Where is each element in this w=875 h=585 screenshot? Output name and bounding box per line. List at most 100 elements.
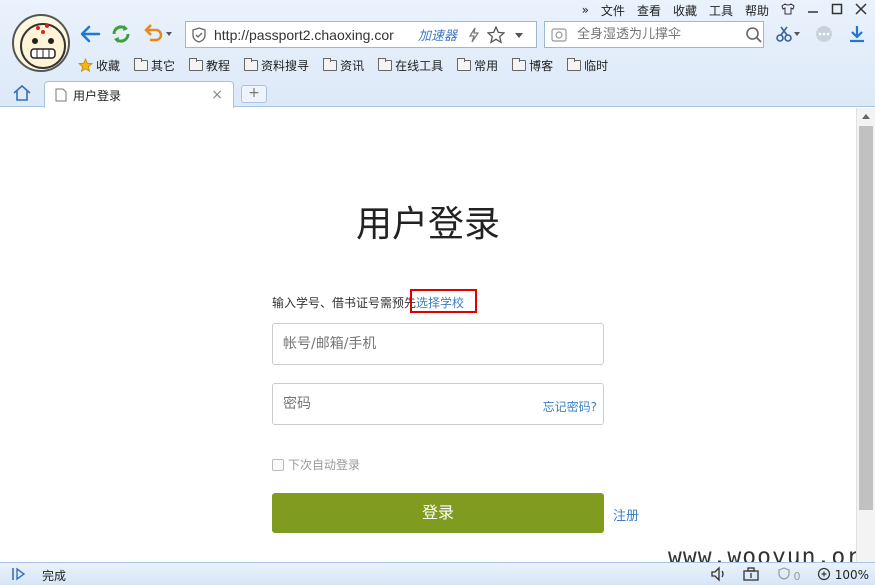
bookmark-label: 资料搜寻 bbox=[261, 58, 310, 73]
refresh-button[interactable] bbox=[109, 22, 133, 46]
scissors-icon bbox=[776, 26, 800, 42]
scroll-thumb[interactable] bbox=[859, 126, 873, 510]
bookmark-label: 临时 bbox=[584, 58, 609, 73]
shield-icon bbox=[192, 26, 206, 43]
folder-icon bbox=[244, 57, 259, 71]
menu-favorites[interactable]: 收藏 bbox=[673, 2, 697, 19]
more-options-icon bbox=[816, 26, 832, 42]
back-arrow-icon bbox=[80, 25, 101, 43]
top-menu-bar: » 文件 查看 收藏 工具 帮助 bbox=[582, 1, 867, 19]
lightning-icon[interactable] bbox=[467, 27, 481, 43]
folder-icon bbox=[457, 57, 472, 71]
account-field[interactable] bbox=[272, 323, 604, 365]
skin-icon[interactable] bbox=[781, 2, 795, 18]
bookmark-label: 教程 bbox=[206, 58, 231, 73]
download-button[interactable] bbox=[845, 22, 869, 46]
tab-title: 用户登录 bbox=[73, 88, 122, 103]
close-tab-icon[interactable]: × bbox=[211, 87, 223, 103]
zoom-icon bbox=[817, 567, 830, 581]
close-window-icon[interactable] bbox=[855, 2, 867, 18]
undo-button[interactable] bbox=[141, 22, 177, 46]
smiley-logo-icon bbox=[20, 23, 66, 69]
folder-icon bbox=[189, 57, 204, 71]
forgot-password-link[interactable]: 忘记密码? bbox=[543, 398, 597, 415]
dropdown-arrow-icon[interactable] bbox=[513, 29, 525, 41]
address-bar[interactable]: http://passport2.chaoxing.cor 加速器 bbox=[185, 21, 537, 48]
security-shield-icon bbox=[778, 567, 790, 580]
folder-icon bbox=[378, 57, 393, 71]
register-link[interactable]: 注册 bbox=[613, 505, 639, 524]
menu-view[interactable]: 查看 bbox=[637, 2, 661, 19]
more-menu-icon[interactable]: » bbox=[582, 3, 589, 17]
login-button[interactable]: 登录 bbox=[272, 493, 604, 533]
home-button[interactable] bbox=[12, 84, 36, 104]
browser-chrome: » 文件 查看 收藏 工具 帮助 http://passport2.chaoxi… bbox=[0, 0, 875, 108]
search-icon[interactable] bbox=[745, 26, 763, 44]
status-text: 完成 bbox=[42, 569, 67, 583]
back-button[interactable] bbox=[78, 22, 102, 46]
status-bar: 完成 0 100% bbox=[0, 562, 875, 585]
vertical-scrollbar[interactable] bbox=[856, 108, 875, 562]
minimize-icon[interactable] bbox=[807, 3, 819, 18]
bookmark-label: 收藏 bbox=[96, 58, 121, 73]
url-text[interactable]: http://passport2.chaoxing.cor bbox=[214, 27, 412, 43]
star-icon[interactable] bbox=[487, 25, 506, 44]
refresh-icon bbox=[112, 25, 130, 43]
remember-me[interactable]: 下次自动登录 bbox=[272, 456, 360, 473]
bookmark-folder-common[interactable]: 常用 bbox=[457, 57, 498, 74]
new-tab-button[interactable]: + bbox=[241, 85, 267, 103]
password-input[interactable] bbox=[283, 396, 523, 412]
extensions-button[interactable] bbox=[812, 22, 836, 46]
browser-logo[interactable] bbox=[12, 14, 70, 72]
star-filled-icon bbox=[78, 58, 93, 72]
page-title: 用户登录 bbox=[355, 204, 500, 245]
page-icon bbox=[55, 88, 67, 102]
volume-icon[interactable] bbox=[710, 566, 728, 582]
maximize-icon[interactable] bbox=[831, 3, 843, 18]
search-bar[interactable] bbox=[544, 21, 764, 48]
search-engine-icon[interactable] bbox=[551, 27, 567, 42]
security-counter[interactable]: 0 bbox=[778, 567, 801, 583]
briefcase-icon[interactable] bbox=[742, 566, 760, 582]
page-content: 用户登录 输入学号、借书证号需预先选择学校 忘记密码? 下次自动登录 登录 注册… bbox=[0, 108, 875, 570]
tab-strip: 用户登录 × + bbox=[0, 81, 875, 108]
bookmark-folder-blog[interactable]: 博客 bbox=[512, 57, 553, 74]
highlight-box bbox=[410, 289, 477, 313]
counter-value: 0 bbox=[793, 570, 801, 583]
remember-label: 下次自动登录 bbox=[288, 458, 361, 472]
undo-icon bbox=[144, 24, 172, 42]
download-icon bbox=[850, 26, 864, 43]
bookmark-label: 常用 bbox=[474, 58, 499, 73]
bookmark-folder-research[interactable]: 资料搜寻 bbox=[244, 57, 309, 74]
folder-icon bbox=[323, 57, 338, 71]
zoom-level[interactable]: 100% bbox=[817, 567, 869, 582]
bookmark-folder-news[interactable]: 资讯 bbox=[323, 57, 364, 74]
account-input[interactable] bbox=[283, 336, 523, 352]
password-field[interactable]: 忘记密码? bbox=[272, 383, 604, 425]
zoom-value: 100% bbox=[834, 568, 869, 582]
scroll-up-arrow-icon[interactable] bbox=[862, 114, 870, 119]
bookmark-favorites[interactable]: 收藏 bbox=[78, 57, 120, 74]
folder-icon bbox=[567, 57, 582, 71]
folder-icon bbox=[512, 57, 527, 71]
bookmark-folder-tools[interactable]: 在线工具 bbox=[378, 57, 443, 74]
folder-icon bbox=[134, 57, 149, 71]
bookmark-folder-other[interactable]: 其它 bbox=[134, 57, 175, 74]
bookmark-folder-temp[interactable]: 临时 bbox=[567, 57, 608, 74]
screenshot-tool-button[interactable] bbox=[773, 22, 803, 46]
bookmark-label: 在线工具 bbox=[395, 58, 444, 73]
menu-file[interactable]: 文件 bbox=[601, 2, 625, 19]
accelerator-link[interactable]: 加速器 bbox=[418, 25, 457, 44]
bookmark-label: 资讯 bbox=[340, 58, 365, 73]
bookmark-label: 博客 bbox=[529, 58, 554, 73]
search-input[interactable] bbox=[577, 27, 737, 42]
remember-checkbox[interactable] bbox=[272, 458, 284, 471]
bookmark-label: 其它 bbox=[151, 58, 176, 73]
menu-help[interactable]: 帮助 bbox=[745, 2, 769, 19]
bookmarks-bar: 收藏 其它 教程 资料搜寻 资讯 在线工具 常用 博客 临时 bbox=[78, 55, 608, 75]
tab-user-login[interactable]: 用户登录 × bbox=[44, 81, 234, 108]
sidebar-toggle-icon[interactable] bbox=[10, 566, 28, 582]
menu-tools[interactable]: 工具 bbox=[709, 2, 733, 19]
home-icon bbox=[13, 84, 31, 101]
bookmark-folder-tutorial[interactable]: 教程 bbox=[189, 57, 230, 74]
